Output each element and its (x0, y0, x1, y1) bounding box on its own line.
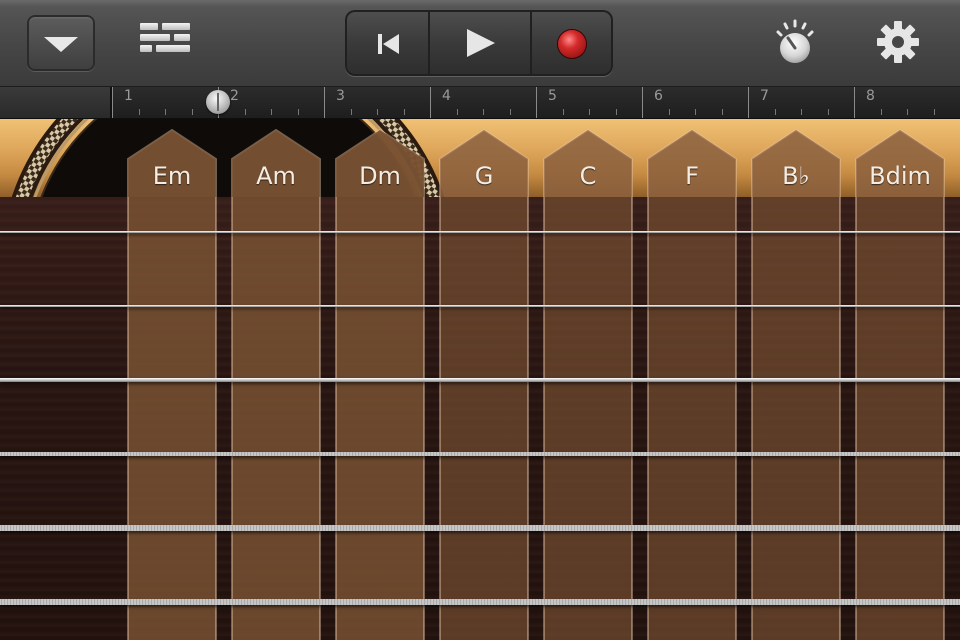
ruler-bar-tick (642, 87, 643, 118)
ruler-beat-tick (138, 109, 140, 115)
ruler-beat-tick (880, 109, 882, 115)
record-icon (558, 30, 586, 58)
triangle-down-icon (44, 37, 78, 52)
ruler-beat-tick (933, 109, 935, 115)
ruler-beat-tick (456, 109, 458, 115)
guitar-string-4[interactable] (0, 451, 960, 457)
chord-label: C (579, 162, 597, 190)
smart-guitar-instrument: Em Am Dm G C F B♭ Bdim (0, 119, 960, 640)
chord-label: Dm (359, 162, 401, 190)
go-to-beginning-icon (378, 34, 382, 54)
tracks-view-icon (162, 23, 190, 30)
timeline-ruler[interactable]: 1 2 3 4 5 6 7 8 (0, 87, 960, 119)
ruler-bar-tick (748, 87, 749, 118)
gear-icon (877, 21, 919, 63)
record-button[interactable] (532, 12, 611, 74)
chord-label: F (685, 162, 699, 190)
ruler-bar-number: 7 (760, 88, 769, 104)
chord-strip-7[interactable]: B♭ (751, 129, 841, 640)
my-songs-menu-button[interactable] (27, 15, 95, 71)
chord-label: Bdim (869, 162, 931, 190)
chord-label: G (474, 162, 494, 190)
ruler-beat-tick (377, 109, 378, 115)
guitar-string-3[interactable] (0, 378, 960, 382)
play-button[interactable] (430, 12, 530, 74)
ruler-beat-tick (668, 109, 670, 115)
ruler-beat-tick (562, 109, 564, 115)
control-bar (0, 0, 960, 87)
ruler-beat-tick (483, 109, 484, 115)
ruler-beat-tick (801, 109, 802, 115)
ruler-beat-tick (827, 109, 829, 115)
ruler-beat-tick (403, 109, 405, 115)
chord-label: Am (256, 162, 296, 190)
ruler-bar-tick (324, 87, 325, 118)
tracks-view-icon (140, 45, 152, 52)
guitar-string-2[interactable] (0, 304, 960, 308)
playhead-handle[interactable] (206, 90, 230, 114)
ruler-bar-number: 2 (230, 88, 239, 104)
tracks-view-icon (174, 34, 190, 41)
chord-strip-2[interactable]: Am (231, 129, 321, 640)
guitar-string-5[interactable] (0, 525, 960, 531)
guitar-string-1[interactable] (0, 231, 960, 233)
playhead-line (217, 93, 219, 111)
go-to-beginning-button[interactable] (347, 12, 428, 74)
settings-button[interactable] (874, 18, 922, 66)
ruler-bar-number: 1 (124, 88, 133, 104)
chord-strip-8[interactable]: Bdim (855, 129, 945, 640)
ruler-bar-number: 3 (336, 88, 345, 104)
chord-strip-3[interactable]: Dm (335, 129, 425, 640)
ruler-beat-tick (774, 109, 776, 115)
ruler-beat-tick (721, 109, 723, 115)
tracks-view-icon (140, 34, 170, 41)
ruler-bar-tick (430, 87, 431, 118)
tracks-view-button[interactable] (138, 23, 194, 63)
ruler-track-header (0, 87, 112, 118)
ruler-beat-tick (509, 109, 511, 115)
ruler-beat-tick (165, 109, 166, 115)
tracks-view-icon (140, 23, 158, 30)
tracks-view-icon (156, 45, 190, 52)
ruler-beat-tick (244, 109, 246, 115)
ruler-beat-tick (695, 109, 696, 115)
go-to-beginning-icon (383, 34, 399, 54)
ruler-beat-tick (615, 109, 617, 115)
ruler-beat-tick (297, 109, 299, 115)
ruler-bar-number: 8 (866, 88, 875, 104)
ruler-beat-tick (907, 109, 908, 115)
ruler-bar-number: 6 (654, 88, 663, 104)
ruler-beat-tick (271, 109, 272, 115)
play-icon (467, 29, 495, 57)
ruler-bar-number: 5 (548, 88, 557, 104)
guitar-string-6[interactable] (0, 598, 960, 606)
metronome-button[interactable] (772, 18, 818, 66)
chord-strip-4[interactable]: G (439, 129, 529, 640)
ruler-bar-tick (536, 87, 537, 118)
metronome-icon (776, 19, 814, 63)
chord-strip-5[interactable]: C (543, 129, 633, 640)
transport-controls (345, 10, 613, 76)
chord-label: B♭ (782, 162, 810, 190)
chord-strip-1[interactable]: Em (127, 129, 217, 640)
chord-strip-6[interactable]: F (647, 129, 737, 640)
ruler-bar-number: 4 (442, 88, 451, 104)
ruler-beat-tick (589, 109, 590, 115)
ruler-bar-tick (112, 87, 113, 118)
smart-guitar-screen: 1 2 3 4 5 6 7 8 Em Am Dm G C F B♭ Bdim (0, 0, 960, 640)
ruler-beat-tick (350, 109, 352, 115)
ruler-bar-tick (854, 87, 855, 118)
ruler-beat-tick (191, 109, 193, 115)
chord-label: Em (152, 162, 192, 190)
